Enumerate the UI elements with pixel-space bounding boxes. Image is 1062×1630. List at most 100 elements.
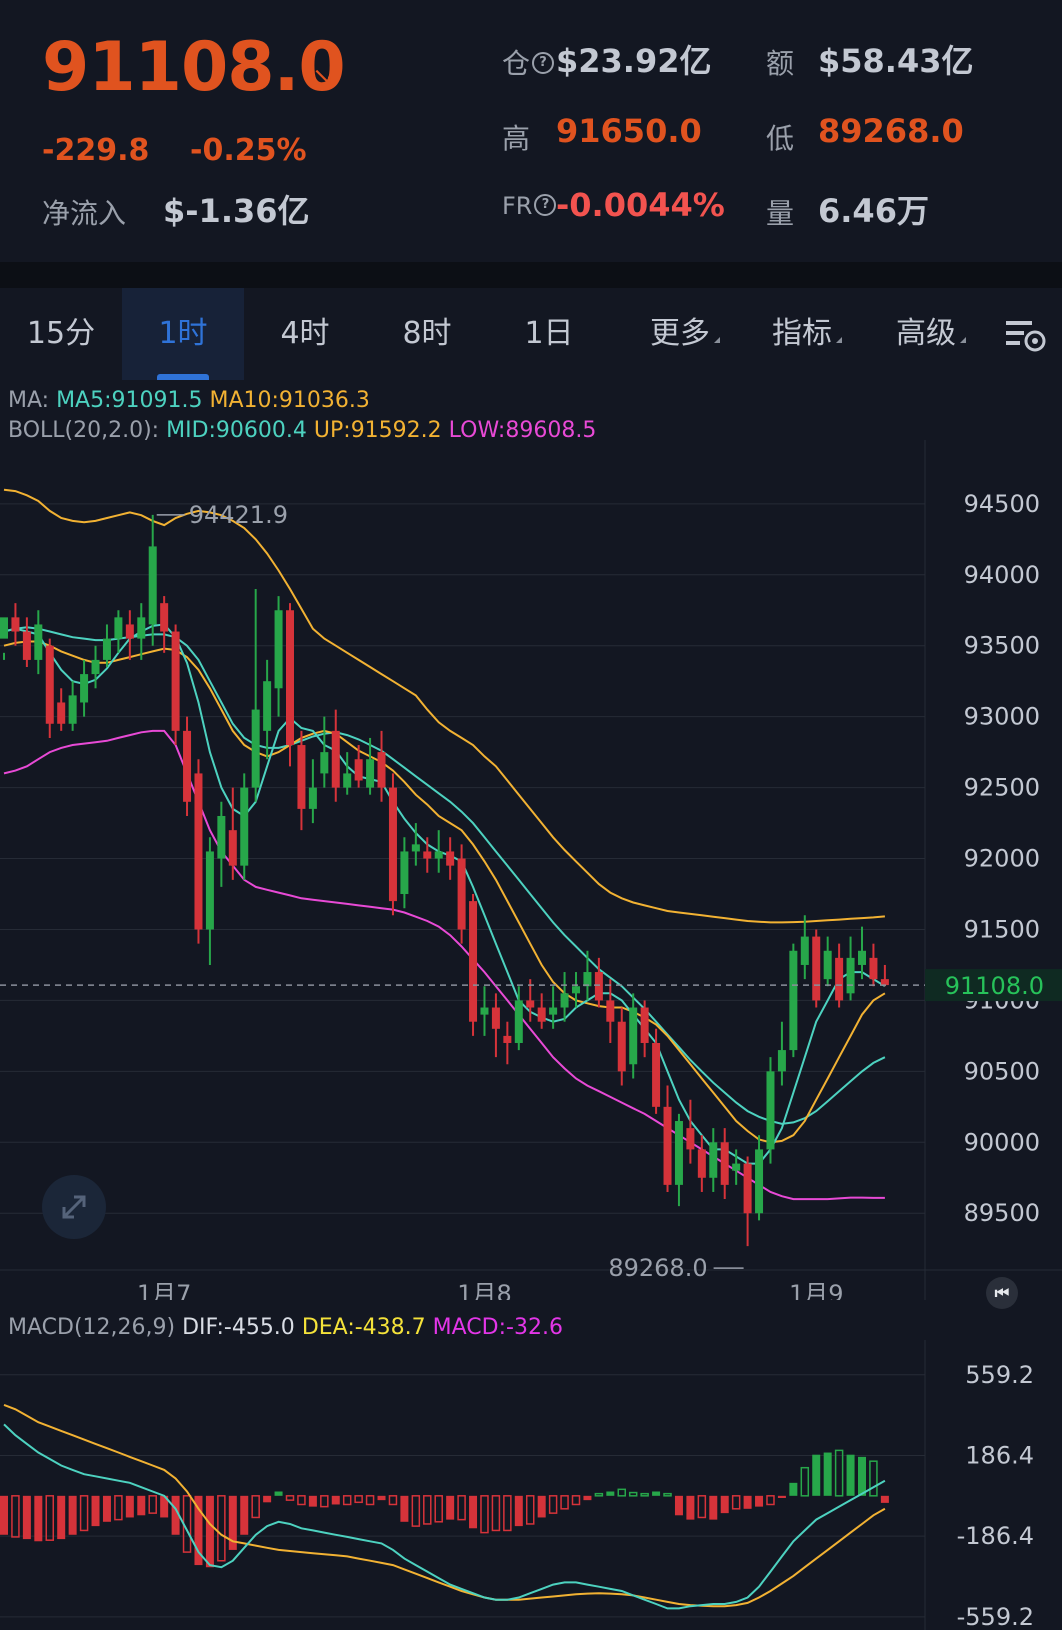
ma5-value: MA5:91091.5 <box>56 388 203 413</box>
high-label: 高 <box>502 122 531 155</box>
x-tick-label: 1月8 <box>457 1280 512 1300</box>
candle <box>320 752 329 774</box>
low-value: 89268.0 <box>818 112 964 150</box>
candle <box>102 638 111 660</box>
candle <box>686 1128 695 1150</box>
macd-bar <box>789 1482 798 1496</box>
candle <box>228 830 237 866</box>
macd-bar <box>274 1491 283 1496</box>
macd-bar <box>45 1495 55 1541</box>
macd-dif-value: DIF:-455.0 <box>182 1315 295 1340</box>
dropdown-corner-icon <box>714 337 720 343</box>
candle <box>183 730 192 802</box>
candle <box>331 730 340 788</box>
dropdown-corner-icon <box>836 337 842 343</box>
candle <box>800 936 809 965</box>
active-tab-indicator <box>157 374 209 380</box>
candle <box>835 957 844 1001</box>
help-icon[interactable]: ? <box>534 194 557 216</box>
macd-bar <box>720 1495 729 1514</box>
macd-bar <box>365 1495 375 1506</box>
candle <box>263 681 272 731</box>
macd-bar <box>628 1491 638 1497</box>
amount-value: $58.43亿 <box>818 42 974 80</box>
candle <box>491 1007 500 1029</box>
boll-up-line <box>3 488 885 924</box>
candle <box>434 851 443 859</box>
candle <box>388 787 397 902</box>
macd-bar <box>285 1495 295 1501</box>
ma-legend: MA: MA5:91091.5 MA10:91036.3 <box>8 388 370 413</box>
candle <box>171 631 180 731</box>
y-tick-label: 91500 <box>964 915 1040 943</box>
macd-bar <box>251 1495 260 1519</box>
volume-label: 量 <box>766 197 795 230</box>
expand-chart-button[interactable] <box>42 1175 106 1239</box>
ma5-line <box>3 623 886 1165</box>
macd-bar <box>755 1495 764 1507</box>
candle <box>755 1149 764 1214</box>
candle <box>205 851 214 930</box>
y-tick-label: 89500 <box>964 1199 1040 1227</box>
ma10-value: MA10:91036.3 <box>209 388 370 413</box>
candle <box>57 702 66 724</box>
tab-4h[interactable]: 4时 <box>252 288 358 380</box>
candle <box>537 1007 546 1022</box>
candle <box>0 617 8 639</box>
candle <box>720 1142 729 1185</box>
macd-bar <box>400 1495 409 1522</box>
oi-label: 仓? <box>502 42 556 82</box>
candle <box>594 972 603 1001</box>
candle <box>411 844 420 852</box>
ticker-header: 91108.0 ↘ -229.8 -0.25% 净流入 $-1.36亿 仓? $… <box>0 0 1062 270</box>
tab-1d[interactable]: 1日 <box>496 288 602 380</box>
y-tick-label: -186.4 <box>957 1522 1034 1550</box>
last-price-tag-text: 91108.0 <box>945 972 1044 1000</box>
y-tick-label: -559.2 <box>957 1603 1034 1630</box>
macd-bar <box>308 1495 317 1507</box>
candle <box>766 1071 775 1150</box>
candle <box>308 787 317 809</box>
macd-legend: MACD(12,26,9) DIF:-455.0 DEA:-438.7 MACD… <box>8 1315 563 1340</box>
candle <box>777 1050 786 1072</box>
y-tick-label: 92500 <box>964 774 1040 802</box>
macd-bar <box>480 1495 489 1534</box>
y-tick-label: 94000 <box>964 561 1040 589</box>
tab-1h[interactable]: 1时 <box>122 288 244 380</box>
candle <box>286 610 294 746</box>
macd-bar <box>102 1495 111 1522</box>
candle <box>68 695 77 724</box>
tab-indicators[interactable]: 指标 <box>752 288 862 380</box>
candle <box>858 950 866 965</box>
candle <box>663 1106 672 1185</box>
macd-chart[interactable]: 559.2 186.4 -186.4 -559.2 <box>0 1340 1062 1630</box>
boll-low-line <box>3 729 885 1201</box>
candle <box>34 624 43 660</box>
candle <box>148 546 157 625</box>
macd-bar <box>331 1495 340 1505</box>
candle <box>880 979 889 986</box>
macd-bar <box>240 1495 249 1535</box>
macd-bar <box>137 1495 146 1516</box>
tab-more[interactable]: 更多 <box>630 288 740 380</box>
macd-bar <box>880 1495 889 1503</box>
macd-bar <box>79 1495 89 1532</box>
tab-8h[interactable]: 8时 <box>374 288 480 380</box>
candle <box>366 759 375 788</box>
chart-settings-icon[interactable] <box>998 288 1054 380</box>
candle <box>743 1163 752 1214</box>
candle <box>549 1007 558 1015</box>
macd-bar <box>697 1495 707 1519</box>
macd-bar <box>377 1495 386 1501</box>
macd-bar <box>606 1491 615 1496</box>
macd-bar <box>388 1495 398 1506</box>
tab-advanced[interactable]: 高级 <box>876 288 986 380</box>
help-icon[interactable]: ? <box>532 52 555 74</box>
macd-bar <box>617 1488 627 1497</box>
tab-15m[interactable]: 15分 <box>8 288 114 380</box>
macd-bar <box>709 1495 718 1520</box>
macd-bar <box>674 1495 683 1516</box>
candlestick-chart[interactable]: 9450094000935009300092500920009150091000… <box>0 440 1062 1300</box>
low-label: 低 <box>766 122 795 155</box>
jump-to-latest-button[interactable]: ⏮ <box>986 1277 1018 1309</box>
